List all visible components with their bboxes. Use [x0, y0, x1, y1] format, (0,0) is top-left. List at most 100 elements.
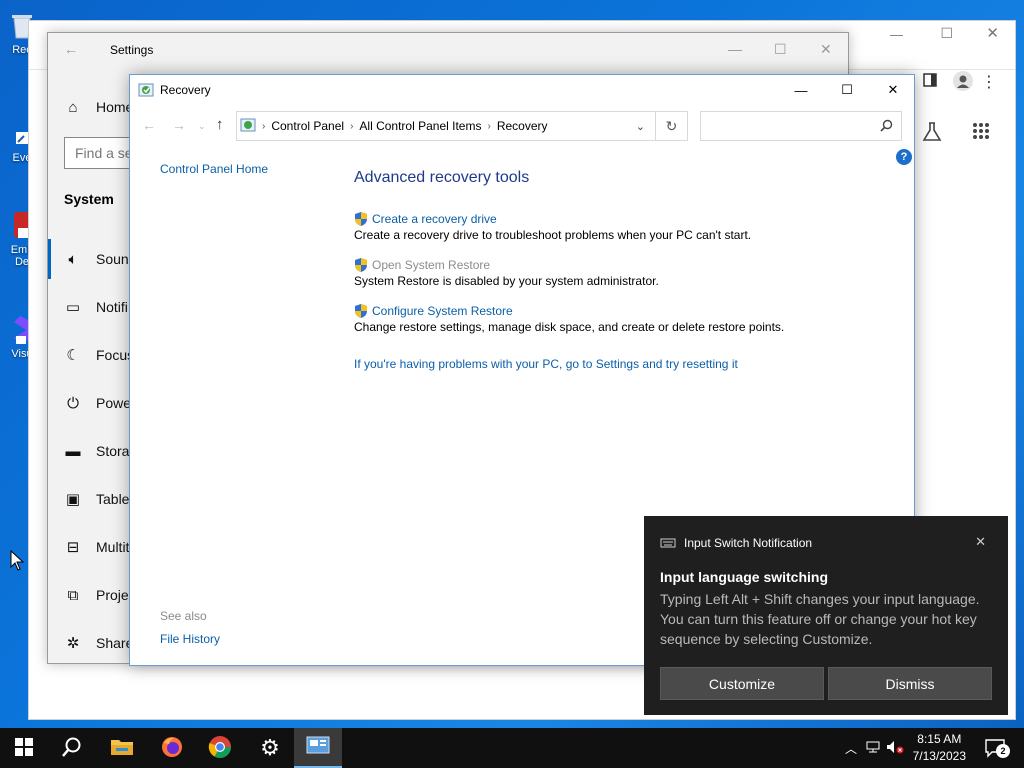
- settings-section-heading: System: [64, 191, 114, 207]
- breadcrumb-separator-icon: ›: [487, 120, 491, 132]
- refresh-icon: ↻: [665, 117, 678, 134]
- find-setting-search-input[interactable]: Find a se: [64, 137, 134, 169]
- back-arrow-icon[interactable]: ←: [64, 41, 78, 57]
- start-button[interactable]: [0, 728, 48, 768]
- windows-logo-icon: [15, 737, 33, 759]
- breadcrumb-separator-icon: ›: [350, 120, 354, 132]
- page-title: Advanced recovery tools: [354, 169, 530, 186]
- task-open-system-restore: Open System Restore System Restore is di…: [354, 257, 659, 288]
- control-panel-home-link[interactable]: Control Panel Home: [160, 162, 268, 176]
- settings-title: Settings: [110, 43, 154, 57]
- uac-shield-icon: [354, 211, 368, 227]
- dismiss-button[interactable]: Dismiss: [828, 667, 992, 700]
- firefox-icon: [160, 735, 184, 762]
- labs-flask-icon[interactable]: [921, 121, 943, 146]
- tablet-icon: ▣: [65, 491, 81, 508]
- speaker-icon: 🔈︎: [68, 250, 78, 268]
- network-icon[interactable]: [862, 740, 884, 757]
- projecting-icon: ⧉: [67, 586, 79, 604]
- breadcrumb-all-items[interactable]: All Control Panel Items: [359, 119, 481, 133]
- breadcrumb-control-panel[interactable]: Control Panel: [271, 119, 344, 133]
- apps-grid-icon[interactable]: [972, 122, 990, 143]
- close-icon[interactable]: ✕: [986, 24, 999, 42]
- reset-pc-settings-link[interactable]: If you're having problems with your PC, …: [354, 357, 738, 371]
- action-center-button[interactable]: 2: [984, 738, 1010, 761]
- task-create-recovery-drive: Create a recovery drive Create a recover…: [354, 211, 751, 242]
- keyboard-icon: [660, 537, 676, 552]
- task-description: Create a recovery drive to troubleshoot …: [354, 228, 752, 242]
- close-icon: ✕: [887, 82, 899, 97]
- gear-icon: ⚙: [260, 735, 280, 760]
- minimize-button[interactable]: —: [778, 75, 824, 105]
- clock-time: 8:15 AM: [917, 732, 962, 746]
- task-description: Change restore settings, manage disk spa…: [354, 320, 785, 334]
- control-panel-recovery-icon: [138, 82, 154, 101]
- settings-home-label: Home: [96, 99, 134, 115]
- control-panel-icon: [240, 117, 256, 136]
- customize-button[interactable]: Customize: [660, 667, 824, 700]
- notification-title: Input language switching: [660, 569, 828, 585]
- address-row: ← → ⌄ ↑ › Control Panel › All Control Pa…: [130, 111, 914, 141]
- taskbar: ⚙ ︿ 8:15 AM 7/13/2023 2: [0, 728, 1024, 768]
- breadcrumb-separator-icon: ›: [262, 120, 266, 132]
- taskbar-control-panel[interactable]: [294, 728, 342, 768]
- back-arrow-icon[interactable]: ←: [142, 117, 156, 133]
- taskbar-firefox[interactable]: [148, 728, 196, 768]
- minimize-icon[interactable]: —: [728, 41, 742, 57]
- minimize-icon[interactable]: —: [890, 27, 903, 42]
- breadcrumb-recovery[interactable]: Recovery: [497, 119, 548, 133]
- notification-header: Input Switch Notification: [684, 536, 813, 550]
- taskbar-settings[interactable]: ⚙: [246, 728, 294, 768]
- see-also-label: See also: [160, 609, 207, 623]
- uac-shield-icon: [354, 257, 368, 273]
- recovery-titlebar: Recovery — ☐ ✕: [130, 75, 914, 105]
- taskbar-file-explorer[interactable]: [98, 728, 146, 768]
- profile-avatar-icon[interactable]: [953, 71, 973, 94]
- up-arrow-icon[interactable]: ↑: [216, 116, 224, 133]
- address-bar[interactable]: › Control Panel › All Control Panel Item…: [236, 111, 656, 141]
- more-menu-icon[interactable]: ⋮: [981, 72, 997, 92]
- task-description: System Restore is disabled by your syste…: [354, 274, 659, 288]
- mouse-cursor-icon: [10, 549, 25, 575]
- create-recovery-drive-link[interactable]: Create a recovery drive: [372, 212, 497, 226]
- close-button[interactable]: ✕: [870, 75, 916, 105]
- recovery-title: Recovery: [160, 83, 211, 97]
- storage-icon: ▬: [65, 442, 81, 460]
- file-history-link[interactable]: File History: [160, 632, 220, 646]
- notification-icon: ▭: [65, 299, 81, 316]
- file-explorer-icon: [110, 737, 134, 760]
- sidebar-toggle-icon[interactable]: [923, 73, 937, 90]
- control-panel-icon: [306, 736, 330, 759]
- recent-locations-chevron-icon[interactable]: ⌄: [198, 121, 206, 132]
- configure-system-restore-link[interactable]: Configure System Restore: [372, 304, 513, 318]
- system-clock[interactable]: 8:15 AM 7/13/2023: [913, 731, 966, 765]
- task-configure-system-restore: Configure System Restore Change restore …: [354, 303, 784, 334]
- show-hidden-icons-chevron-icon[interactable]: ︿: [840, 740, 862, 757]
- open-system-restore-link: Open System Restore: [372, 258, 491, 272]
- maximize-icon[interactable]: ☐: [940, 25, 953, 42]
- close-icon[interactable]: ✕: [820, 41, 832, 58]
- power-icon: ⏻: [67, 394, 79, 412]
- maximize-button[interactable]: ☐: [824, 75, 870, 105]
- maximize-icon[interactable]: ☐: [774, 41, 787, 58]
- volume-muted-icon[interactable]: [884, 740, 906, 757]
- system-tray: ︿: [840, 728, 906, 768]
- search-icon: [61, 736, 83, 761]
- help-icon[interactable]: ?: [896, 149, 912, 165]
- chrome-icon: [208, 735, 232, 762]
- taskbar-search-button[interactable]: [48, 728, 96, 768]
- input-switch-notification: Input Switch Notification ✕ Input langua…: [644, 516, 1008, 715]
- shared-experiences-icon: ✲: [66, 635, 80, 652]
- refresh-button[interactable]: ↻: [656, 111, 688, 141]
- multitasking-icon: ⊟: [66, 539, 80, 556]
- clock-date: 7/13/2023: [912, 749, 966, 763]
- address-dropdown-chevron-icon[interactable]: ⌄: [636, 120, 645, 133]
- minimize-icon: —: [794, 82, 808, 98]
- search-control-panel-input[interactable]: [700, 111, 902, 141]
- uac-shield-icon: [354, 303, 368, 319]
- close-icon[interactable]: ✕: [975, 534, 986, 550]
- taskbar-chrome[interactable]: [196, 728, 244, 768]
- forward-arrow-icon[interactable]: →: [172, 117, 186, 133]
- search-icon: [880, 119, 893, 135]
- moon-icon: ☾: [66, 347, 80, 364]
